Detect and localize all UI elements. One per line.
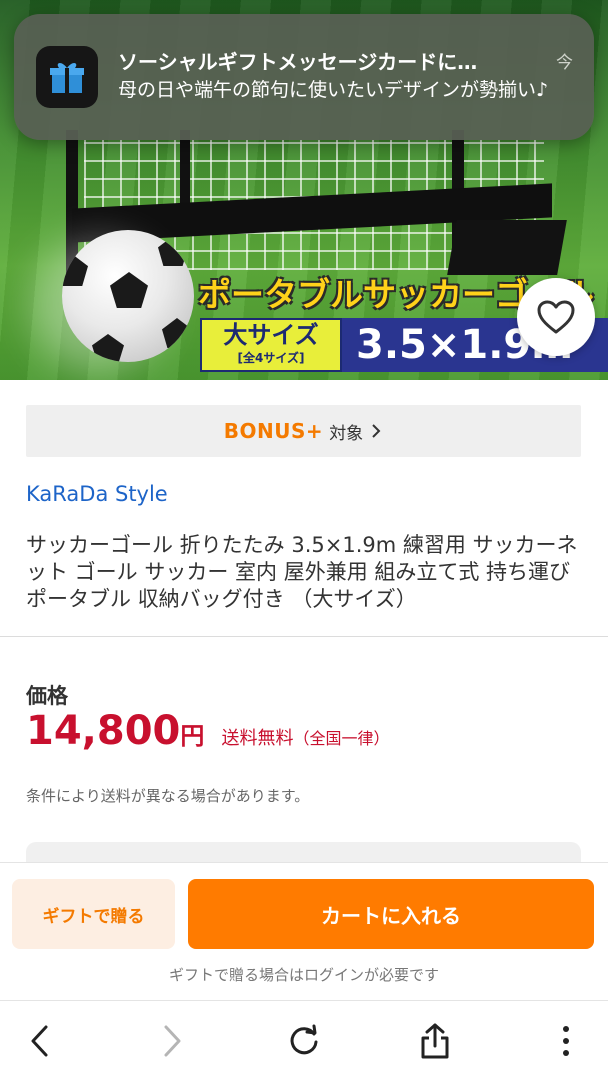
goal-post — [180, 130, 190, 210]
heart-icon — [537, 300, 575, 334]
app-icon — [36, 46, 98, 108]
notification-title: ソーシャルギフトメッセージカードに… — [118, 50, 478, 74]
free-shipping-label: 送料無料 — [221, 728, 294, 749]
reload-button[interactable] — [276, 1013, 332, 1069]
browser-toolbar — [0, 1000, 608, 1080]
more-vertical-icon — [563, 1026, 569, 1056]
share-icon — [421, 1023, 449, 1059]
price-amount: 14,800 — [26, 708, 181, 754]
shipping-condition-note: 条件により送料が異なる場合があります。 — [26, 787, 310, 805]
gift-login-note: ギフトで贈る場合はログインが必要です — [168, 966, 439, 984]
divider — [0, 636, 608, 637]
favorite-button[interactable] — [517, 278, 595, 356]
more-menu-button[interactable] — [538, 1013, 594, 1069]
push-notification[interactable]: ソーシャルギフトメッセージカードに… 今 母の日や端午の節句に使いたいデザインが… — [14, 14, 594, 140]
size-badge-sub: [全4サイズ] — [237, 351, 305, 365]
shipping-note: （全国一律） — [293, 729, 390, 748]
price-label: 価格 — [26, 684, 68, 708]
gift-button[interactable]: ギフトで贈る — [12, 879, 175, 949]
price-currency: 円 — [180, 722, 205, 750]
forward-button[interactable] — [144, 1013, 200, 1069]
price-row: 14,800円 送料無料（全国一律） — [26, 708, 389, 754]
bonus-plus-banner[interactable]: BONUS+ 対象 — [26, 405, 581, 457]
bonus-label: 対象 — [329, 423, 364, 444]
chevron-right-icon — [372, 424, 381, 438]
share-button[interactable] — [407, 1013, 463, 1069]
shop-name-link[interactable]: KaRaDa Style — [26, 482, 168, 506]
back-arrow-icon — [31, 1025, 48, 1057]
add-to-cart-button[interactable]: カートに入れる — [188, 879, 594, 949]
size-badge-label: 大サイズ — [223, 321, 319, 349]
reload-icon — [290, 1024, 318, 1055]
product-title: サッカーゴール 折りたたみ 3.5×1.9m 練習用 サッカーネット ゴール サ… — [26, 533, 578, 611]
soccer-ball-graphic — [62, 230, 194, 362]
notification-time: 今 — [556, 53, 573, 73]
goal-frame-base — [447, 220, 567, 275]
forward-arrow-icon — [164, 1025, 181, 1057]
back-button[interactable] — [12, 1013, 68, 1069]
purchase-action-bar: ギフトで贈る カートに入れる ギフトで贈る場合はログインが必要です — [0, 862, 608, 1000]
gift-icon — [50, 63, 84, 93]
size-badge: 大サイズ [全4サイズ] — [200, 318, 342, 372]
notification-body: 母の日や端午の節句に使いたいデザインが勢揃い♪ — [118, 79, 549, 101]
bonus-plus-logo: BONUS+ — [223, 419, 324, 443]
